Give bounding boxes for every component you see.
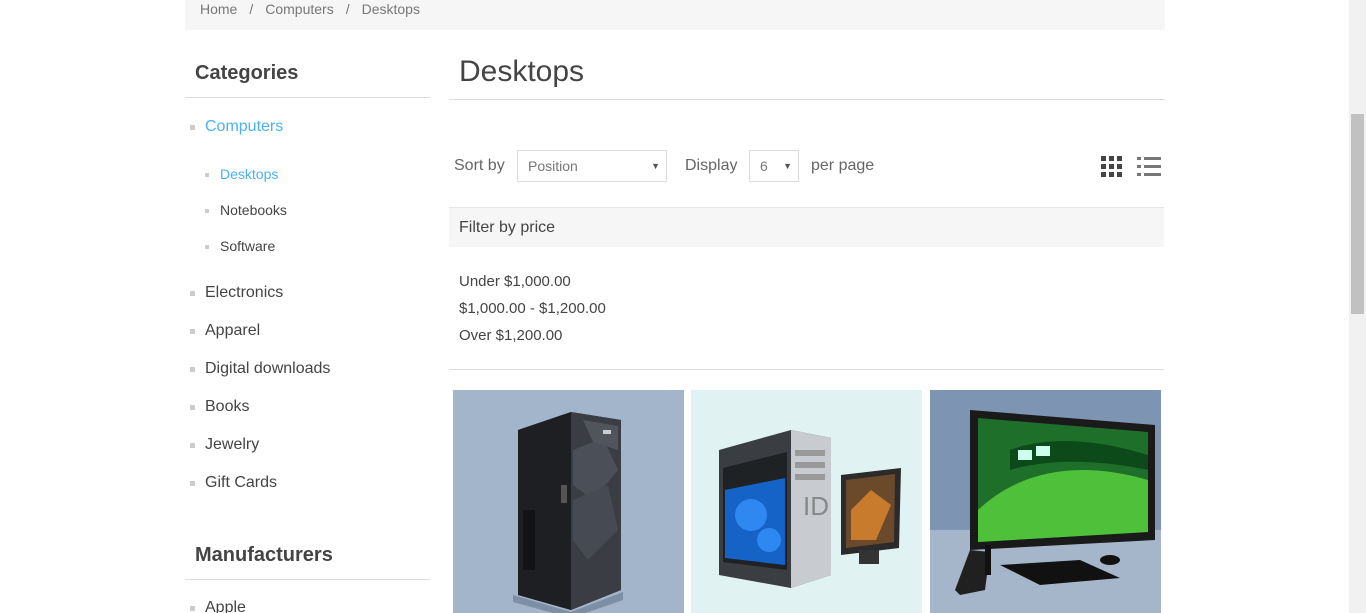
filter-divider [449,369,1164,370]
subcategory-label: Desktops [220,166,279,182]
categories-divider [185,97,430,98]
bullet-icon [190,329,195,334]
sort-select[interactable]: Position ▼ [517,150,667,182]
page-size-select[interactable]: 6 ▼ [749,150,799,182]
bullet-icon [190,125,195,130]
category-label: Gift Cards [205,474,278,491]
bullet-icon [190,606,195,611]
subcategory-label: Software [220,238,276,254]
dropdown-arrow-icon: ▼ [783,161,792,171]
product-image-server-tower[interactable] [453,390,684,613]
category-label: Digital downloads [205,360,331,377]
page-scrollbar[interactable] [1349,0,1366,613]
bullet-icon [190,367,195,372]
bullet-icon [205,209,209,213]
category-label: Books [205,398,250,415]
breadcrumb-home-link[interactable]: Home [200,1,237,17]
price-range-under-1000[interactable]: Under $1,000.00 [459,273,571,290]
page-title: Desktops [459,55,585,88]
price-filter-header: Filter by price [449,207,1164,247]
bullet-icon [190,481,195,486]
server-tower-image [513,412,623,613]
bullet-icon [205,245,209,249]
category-label: Electronics [205,284,284,301]
manufacturer-label: Apple [205,599,246,613]
grid-view-icon[interactable] [1101,156,1123,178]
price-range-1000-1200[interactable]: $1,000.00 - $1,200.00 [459,300,606,317]
category-label: Jewelry [205,436,260,453]
breadcrumb-computers-link[interactable]: Computers [265,1,333,17]
gaming-pc-image: ID [719,430,901,588]
display-label: Display [685,157,738,174]
all-in-one-pc-image [930,410,1161,613]
dropdown-arrow-icon: ▼ [651,161,660,171]
price-range-over-1200[interactable]: Over $1,200.00 [459,327,562,344]
price-filter-title: Filter by price [459,219,556,236]
svg-text:ID: ID [803,491,829,521]
bullet-icon [190,405,195,410]
category-label: Computers [205,118,284,135]
bullet-icon [190,291,195,296]
manufacturers-title: Manufacturers [195,544,333,566]
breadcrumb-separator: / [345,1,350,17]
breadcrumb: Home / Computers / Desktops [185,0,1165,30]
bullet-icon [190,443,195,448]
page-size-value: 6 [760,158,768,174]
per-page-label: per page [811,157,875,174]
sort-by-label: Sort by [454,157,505,174]
bullet-icon [205,173,209,177]
category-label: Apparel [205,322,261,339]
scrollbar-thumb[interactable] [1351,114,1364,314]
manufacturers-divider [185,579,430,580]
categories-title: Categories [195,62,299,84]
product-image-gaming-pc[interactable]: ID [691,390,922,613]
breadcrumb-current: Desktops [361,1,420,17]
list-view-icon[interactable] [1137,156,1161,178]
subcategory-label: Notebooks [220,202,287,218]
breadcrumb-separator: / [249,1,254,17]
product-image-all-in-one-pc[interactable] [930,390,1161,613]
sort-toolbar: Sort by Position ▼ Display 6 ▼ per page [449,150,1165,182]
title-divider [449,99,1165,100]
sort-select-value: Position [528,158,578,174]
